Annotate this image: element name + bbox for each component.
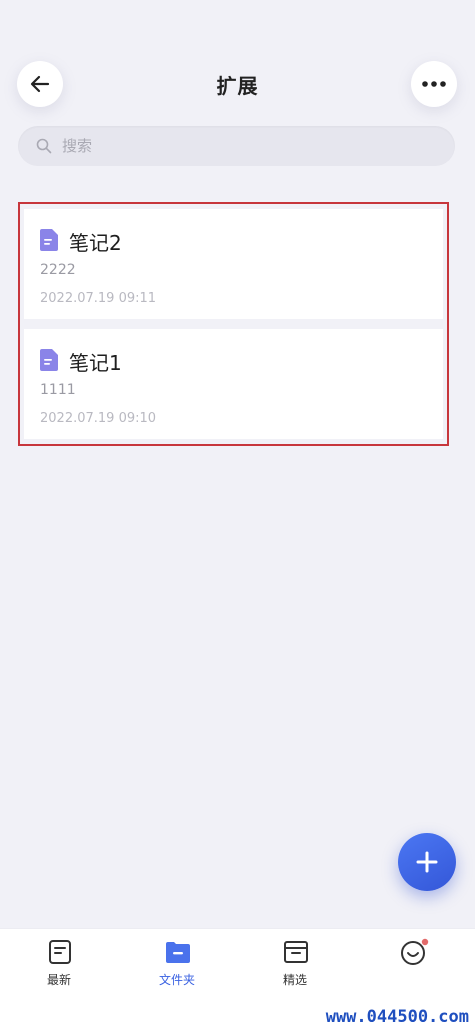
search-bar[interactable] (18, 126, 455, 166)
latest-doc-icon (49, 940, 71, 964)
tab-profile[interactable] (354, 929, 472, 999)
watermark: www.044500.com (325, 1007, 469, 1027)
tab-folder[interactable]: 文件夹 (118, 929, 236, 999)
note-title: 笔记2 (69, 231, 122, 255)
notes-list: 笔记2 2222 2022.07.19 09:11 笔记1 1111 2022.… (18, 202, 449, 446)
note-item[interactable]: 笔记2 2222 2022.07.19 09:11 (24, 209, 443, 319)
tab-label: 最新 (46, 973, 71, 987)
note-title: 笔记1 (69, 351, 122, 375)
search-input[interactable] (60, 136, 424, 156)
note-doc-icon (40, 229, 58, 251)
tab-featured[interactable]: 精选 (236, 929, 354, 999)
smiley-face-icon (401, 938, 429, 965)
tab-latest[interactable]: 最新 (0, 929, 118, 999)
more-options-button[interactable] (411, 61, 457, 107)
search-icon (36, 138, 52, 154)
folder-icon (166, 942, 190, 963)
page-title: 扩展 (216, 74, 259, 98)
notification-badge (421, 938, 429, 946)
note-preview: 1111 (40, 382, 76, 398)
note-item[interactable]: 笔记1 1111 2022.07.19 09:10 (24, 329, 443, 439)
add-note-button[interactable] (398, 833, 456, 891)
note-preview: 2222 (40, 262, 76, 278)
note-doc-icon (40, 349, 58, 371)
more-horizontal-icon (422, 81, 446, 87)
note-date: 2022.07.19 09:10 (40, 411, 157, 426)
plus-icon (416, 851, 438, 873)
tab-label: 文件夹 (158, 973, 195, 987)
tab-label: 精选 (282, 973, 307, 987)
archive-box-icon (284, 941, 308, 963)
note-date: 2022.07.19 09:11 (40, 291, 157, 306)
